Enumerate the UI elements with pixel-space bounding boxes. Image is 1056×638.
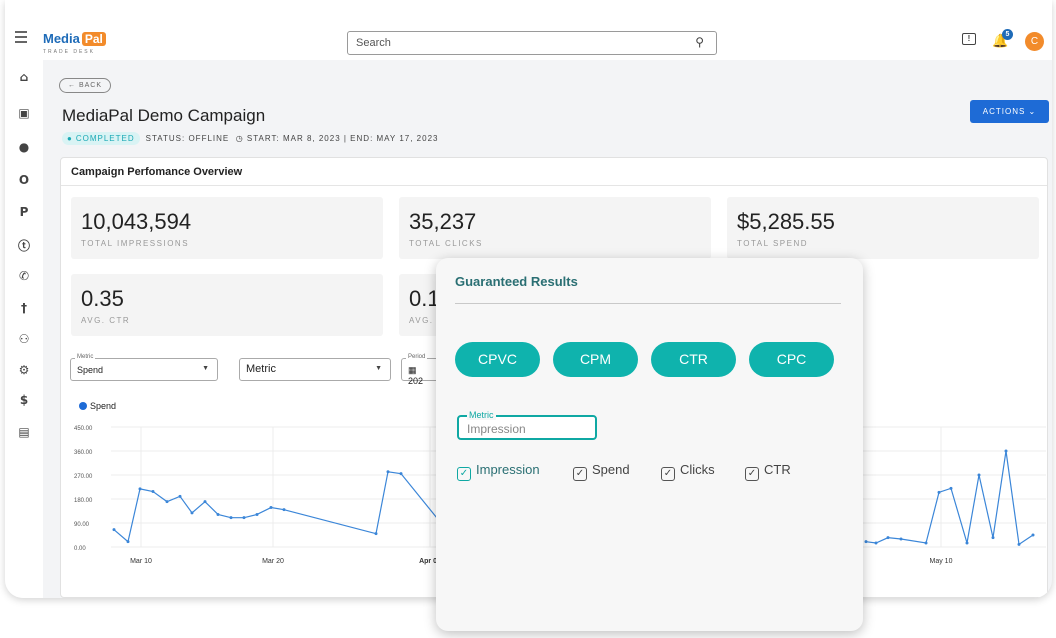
data-point bbox=[899, 537, 903, 541]
x-tick-label: May 10 bbox=[930, 558, 953, 565]
pill-ctr[interactable]: CTR bbox=[651, 342, 736, 377]
page-title: MediaPal Demo Campaign bbox=[62, 106, 266, 125]
data-point bbox=[991, 536, 995, 540]
avatar[interactable]: C bbox=[1025, 32, 1044, 51]
x-tick-label: Mar 20 bbox=[262, 558, 284, 565]
y-tick-label: 270.00 bbox=[74, 474, 93, 480]
checkbox-ctr[interactable]: ✓ CTR bbox=[745, 462, 791, 481]
guaranteed-results-popup: Guaranteed Results CPVC CPM CTR CPC Metr… bbox=[436, 258, 863, 631]
campaign-dates: START: MAR 8, 2023 | END: MAY 17, 2023 bbox=[246, 134, 439, 143]
data-point bbox=[924, 541, 928, 545]
checkbox-clicks[interactable]: ✓ Clicks bbox=[661, 462, 715, 481]
metric-input-label: Metric bbox=[467, 410, 496, 420]
data-point bbox=[399, 472, 403, 476]
search-placeholder: Search bbox=[356, 37, 391, 49]
data-point bbox=[229, 516, 233, 520]
t-circle-icon[interactable]: ⓣ bbox=[5, 237, 43, 254]
status-line: COMPLETED STATUS: OFFLINE ◷ START: MAR 8,… bbox=[62, 132, 438, 145]
dollar-icon[interactable]: $ bbox=[5, 393, 43, 407]
checkbox-icon: ✓ bbox=[745, 467, 759, 481]
y-tick-label: 360.00 bbox=[74, 450, 93, 456]
menu-icon[interactable] bbox=[15, 31, 27, 46]
signpost-icon[interactable]: † bbox=[5, 301, 43, 315]
data-point bbox=[374, 532, 378, 536]
data-point bbox=[138, 487, 142, 491]
facebook-icon[interactable]: ● bbox=[5, 140, 43, 154]
series-line bbox=[865, 450, 1034, 546]
checkbox-icon: ✓ bbox=[573, 467, 587, 481]
pill-cpc[interactable]: CPC bbox=[749, 342, 834, 377]
series-line bbox=[113, 471, 442, 543]
data-point bbox=[965, 541, 969, 545]
data-point bbox=[165, 500, 169, 504]
data-point bbox=[282, 508, 286, 512]
data-point bbox=[1004, 449, 1008, 453]
data-point bbox=[112, 528, 116, 532]
clock-icon: ◷ bbox=[235, 134, 244, 143]
monitor-icon[interactable]: ▣ bbox=[5, 106, 43, 120]
data-point bbox=[937, 490, 941, 494]
metric-input[interactable]: Metric Impression bbox=[457, 410, 597, 440]
data-point bbox=[126, 540, 130, 544]
feedback-icon[interactable]: ! bbox=[962, 33, 976, 45]
data-point bbox=[151, 490, 155, 494]
metric-input-value: Impression bbox=[467, 422, 526, 436]
data-point bbox=[216, 512, 220, 516]
pill-cpvc[interactable]: CPVC bbox=[455, 342, 540, 377]
popup-divider bbox=[455, 303, 841, 304]
checkbox-label: CTR bbox=[764, 462, 791, 477]
logo[interactable]: Media Pal TRADE DESK bbox=[43, 30, 106, 55]
data-point bbox=[977, 473, 981, 477]
checkbox-icon: ✓ bbox=[457, 467, 471, 481]
actions-button[interactable]: ACTIONS ⌄ bbox=[970, 100, 1049, 123]
checkbox-icon: ✓ bbox=[661, 467, 675, 481]
list-icon[interactable]: ▤ bbox=[5, 425, 43, 439]
top-bar: Media Pal TRADE DESK Search ⚲ ! 🔔 5 C bbox=[5, 0, 1052, 60]
data-point bbox=[874, 541, 878, 545]
data-point bbox=[386, 470, 390, 474]
users-icon[interactable]: ⚇ bbox=[5, 332, 43, 346]
phone-icon[interactable]: ✆ bbox=[5, 269, 43, 283]
back-button[interactable]: ← BACK bbox=[59, 78, 112, 93]
data-point bbox=[269, 506, 273, 510]
data-point bbox=[190, 511, 194, 515]
data-point bbox=[1031, 533, 1035, 537]
data-point bbox=[886, 536, 890, 540]
y-tick-label: 0.00 bbox=[74, 546, 86, 552]
gear-icon[interactable]: ⚙ bbox=[5, 363, 43, 377]
data-point bbox=[864, 540, 868, 544]
checkbox-spend[interactable]: ✓ Spend bbox=[573, 462, 630, 481]
search-icon[interactable]: ⚲ bbox=[695, 35, 704, 49]
data-point bbox=[178, 494, 182, 498]
data-point bbox=[242, 516, 246, 520]
pill-cpm[interactable]: CPM bbox=[553, 342, 638, 377]
data-point bbox=[1017, 542, 1021, 546]
search-input[interactable]: Search ⚲ bbox=[347, 31, 717, 55]
y-tick-label: 180.00 bbox=[74, 498, 93, 504]
logo-tagline: TRADE DESK bbox=[43, 49, 95, 55]
p-icon[interactable]: P bbox=[5, 205, 43, 219]
logo-word-pal: Pal bbox=[81, 32, 106, 46]
data-point bbox=[949, 486, 953, 490]
home-icon[interactable]: ⌂ bbox=[5, 70, 43, 84]
status-badge: COMPLETED bbox=[62, 132, 140, 145]
x-tick-label: Mar 10 bbox=[130, 558, 152, 565]
sidebar: ⌂ ▣ ● O P ⓣ ✆ † ⚇ ⚙ $ ▤ bbox=[5, 60, 43, 598]
status-text: STATUS: OFFLINE bbox=[145, 134, 230, 143]
checkbox-label: Spend bbox=[592, 462, 630, 477]
logo-word-media: Media bbox=[43, 31, 80, 46]
popup-title: Guaranteed Results bbox=[455, 274, 578, 289]
y-tick-label: 450.00 bbox=[74, 426, 93, 432]
checkbox-impression[interactable]: ✓ Impression bbox=[457, 462, 540, 481]
data-point bbox=[255, 512, 259, 516]
checkbox-label: Clicks bbox=[680, 462, 715, 477]
notification-badge: 5 bbox=[1002, 29, 1013, 40]
y-tick-label: 90.00 bbox=[74, 522, 90, 528]
circle-o-icon[interactable]: O bbox=[5, 173, 43, 187]
data-point bbox=[203, 500, 207, 504]
checkbox-label: Impression bbox=[476, 462, 540, 477]
